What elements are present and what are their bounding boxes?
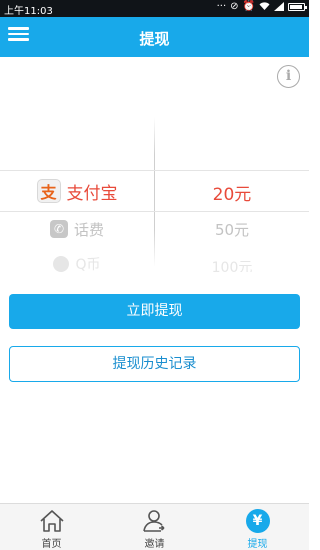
status-icons: ··· ⊘ ⏰: [216, 1, 307, 12]
withdraw-now-button[interactable]: 立即提现: [9, 294, 300, 329]
wifi-icon: [259, 2, 270, 10]
yuan-icon: ¥: [245, 508, 271, 533]
method-label: 支付宝: [66, 183, 118, 204]
info-icon[interactable]: i: [277, 65, 300, 88]
nav-label: 邀请: [144, 539, 165, 550]
battery-icon: [288, 2, 307, 11]
status-bar: 上午11:03 ··· ⊘ ⏰: [0, 0, 309, 17]
withdraw-history-button[interactable]: 提现历史记录: [9, 346, 300, 382]
selection-line-top: [0, 170, 309, 171]
status-time: 上午11:03: [4, 6, 53, 17]
method-label: Q币: [75, 257, 101, 272]
selection-line-bottom: [0, 211, 309, 212]
signal-icon: [274, 2, 284, 11]
home-icon: [39, 508, 65, 533]
sync-icon: ⊘: [230, 1, 239, 12]
bottom-nav: 首页 邀请 ¥ 提现: [0, 503, 309, 550]
amount-option-selected[interactable]: 20元: [155, 180, 309, 205]
invite-user-icon: [142, 508, 168, 533]
amount-option[interactable]: 50元: [155, 219, 309, 240]
alarm-icon: ⏰: [242, 1, 255, 12]
withdraw-method-qq[interactable]: Q币: [0, 256, 154, 272]
alipay-icon: 支: [36, 179, 61, 203]
withdraw-method-phone[interactable]: ✆ 话费: [0, 216, 154, 242]
page-title: 提现: [139, 30, 170, 48]
nav-item-withdraw[interactable]: ¥ 提现: [206, 504, 309, 550]
nav-item-home[interactable]: 首页: [0, 504, 103, 550]
more-dots-icon: ···: [216, 1, 227, 12]
qq-icon: [53, 256, 70, 272]
amount-option[interactable]: 100元: [155, 257, 309, 272]
phone-icon: ✆: [49, 220, 68, 238]
nav-item-invite[interactable]: 邀请: [103, 504, 206, 550]
title-bar: 提现: [0, 17, 309, 57]
nav-label: 首页: [41, 539, 62, 550]
nav-label: 提现: [247, 539, 268, 550]
method-label: 话费: [73, 220, 104, 239]
withdraw-method-alipay[interactable]: 支 支付宝: [0, 176, 154, 206]
